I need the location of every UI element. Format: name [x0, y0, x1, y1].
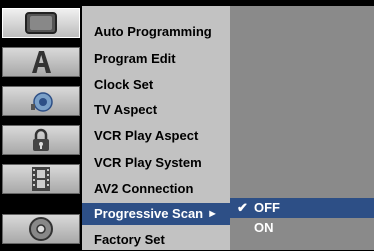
sidebar-item-disc[interactable] — [2, 214, 80, 244]
menu-item-vcr-play-aspect[interactable]: VCR Play Aspect — [82, 125, 230, 147]
menu-item-factory-set[interactable]: Factory Set — [82, 229, 230, 251]
lock-icon — [33, 128, 49, 151]
menu-item-auto-programming[interactable]: Auto Programming — [82, 21, 230, 43]
menu-item-label: Auto Programming — [94, 24, 212, 39]
option-label: ON — [254, 220, 274, 235]
letter-a-icon — [32, 51, 51, 73]
menu-item-label: Clock Set — [94, 77, 154, 92]
menu-item-clock-set[interactable]: Clock Set — [82, 74, 230, 96]
option-label: OFF — [254, 200, 280, 215]
sidebar-item-language[interactable] — [2, 47, 80, 77]
menu-item-vcr-play-system[interactable]: VCR Play System — [82, 152, 230, 174]
menu-item-label: VCR Play Aspect — [94, 128, 199, 143]
sidebar-item-record[interactable] — [2, 164, 80, 194]
menu-item-progressive-scan[interactable]: Progressive Scan ► — [82, 203, 230, 225]
menu-item-label: AV2 Connection — [94, 181, 194, 196]
option-on[interactable]: ON — [230, 218, 374, 238]
setup-menu-screen: Auto Programming Program Edit Clock Set … — [0, 0, 374, 250]
progressive-scan-submenu: ✔ OFF ON — [230, 6, 374, 250]
film-icon — [32, 167, 50, 191]
menu-item-label: VCR Play System — [94, 155, 202, 170]
sidebar-item-audio[interactable] — [2, 86, 80, 116]
category-sidebar — [0, 0, 82, 250]
settings-menu: Auto Programming Program Edit Clock Set … — [82, 6, 230, 250]
menu-item-label: Progressive Scan — [94, 206, 204, 221]
menu-item-label: Factory Set — [94, 232, 165, 247]
arrow-right-icon: ► — [207, 208, 218, 220]
sidebar-item-general[interactable] — [2, 8, 80, 38]
menu-item-label: TV Aspect — [94, 102, 158, 117]
menu-item-av2-connection[interactable]: AV2 Connection — [82, 178, 230, 200]
option-off[interactable]: ✔ OFF — [230, 198, 374, 218]
checkmark-icon: ✔ — [237, 200, 248, 215]
speaker-icon — [31, 92, 53, 112]
menu-item-program-edit[interactable]: Program Edit — [82, 48, 230, 70]
tv-screen-icon — [25, 12, 57, 34]
menu-item-label: Program Edit — [94, 51, 176, 66]
disc-icon — [29, 217, 53, 241]
sidebar-item-lock[interactable] — [2, 125, 80, 155]
menu-item-tv-aspect[interactable]: TV Aspect — [82, 99, 230, 121]
